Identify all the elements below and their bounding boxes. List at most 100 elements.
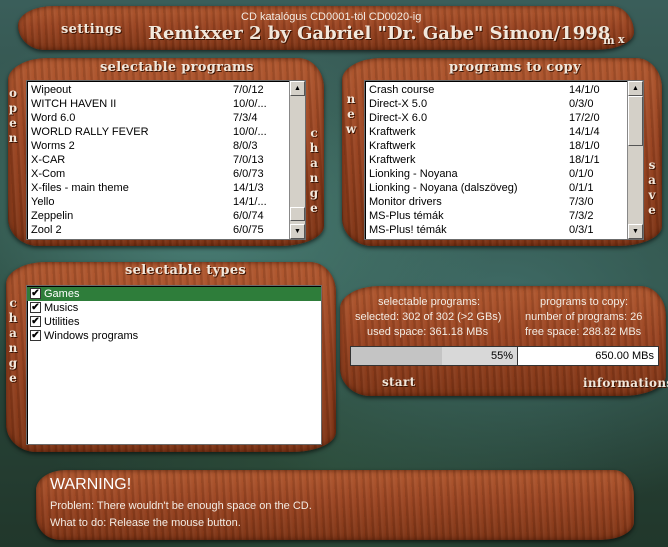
- list-item-value: 7/3/4: [233, 112, 258, 124]
- list-item[interactable]: Crash course 14/1/0: [365, 83, 627, 97]
- list-item[interactable]: Kraftwerk 18/1/1: [365, 153, 627, 167]
- warning-problem: Problem: There wouldn't be enough space …: [50, 500, 312, 512]
- scroll-down-icon[interactable]: ▼: [628, 224, 643, 239]
- list-item[interactable]: Kraftwerk 18/1/0: [365, 139, 627, 153]
- scroll-up-icon[interactable]: ▲: [628, 81, 643, 96]
- list-item-name: Lionking - Noyana: [369, 168, 458, 180]
- list-item[interactable]: MS-Plus! témák 0/3/1: [365, 223, 627, 237]
- list-item[interactable]: WORLD RALLY FEVER 10/0/...: [27, 125, 289, 139]
- list-item[interactable]: Direct-X 5.0 0/3/0: [365, 97, 627, 111]
- scroll-down-icon[interactable]: ▼: [290, 224, 305, 239]
- list-item[interactable]: WITCH HAVEN II 10/0/...: [27, 97, 289, 111]
- list-item-value: 7/0/12: [233, 84, 264, 96]
- scroll-thumb[interactable]: [290, 207, 305, 221]
- selectable-programs-scrollbar[interactable]: ▲ ▼: [289, 81, 305, 239]
- list-item-value: 14/1/...: [233, 196, 267, 208]
- change-programs-button[interactable]: change: [308, 126, 320, 216]
- informations-button[interactable]: informations: [583, 376, 668, 390]
- type-item[interactable]: ✔ Musics: [27, 301, 321, 315]
- type-item[interactable]: ✔ Utilities: [27, 315, 321, 329]
- list-item-value: 14/1/0: [569, 84, 600, 96]
- list-item[interactable]: X-CAR 7/0/13: [27, 153, 289, 167]
- list-item-value: 14/1/3: [233, 182, 264, 194]
- title-subtitle: CD katalógus CD0001-töl CD0020-ig: [241, 11, 422, 23]
- right-stats-count: number of programs: 26: [525, 311, 643, 323]
- type-item[interactable]: ✔ Windows programs: [27, 329, 321, 343]
- list-item-name: WITCH HAVEN II: [31, 98, 117, 110]
- list-item-name: X-Com: [31, 168, 66, 180]
- list-item-value: 7/0/13: [233, 154, 264, 166]
- list-item-value: 6/0/73: [233, 168, 264, 180]
- list-item-value: 10/0/...: [233, 126, 267, 138]
- list-item[interactable]: Yello 14/1/...: [27, 195, 289, 209]
- list-item[interactable]: Monitor drivers 7/3/0: [365, 195, 627, 209]
- list-item-name: Kraftwerk: [369, 126, 416, 138]
- list-item-value: 18/1/0: [569, 140, 600, 152]
- list-item-value: 8/0/3: [233, 140, 258, 152]
- selectable-programs-heading: selectable programs: [100, 60, 254, 75]
- programs-to-copy-heading: programs to copy: [449, 60, 581, 75]
- warning-title: WARNING!: [50, 476, 132, 493]
- list-item[interactable]: Lionking - Noyana 0/1/0: [365, 167, 627, 181]
- scroll-up-icon[interactable]: ▲: [290, 81, 305, 96]
- list-item-value: 0/1/0: [569, 168, 594, 180]
- list-item[interactable]: Word 6.0 7/3/4: [27, 111, 289, 125]
- list-item[interactable]: Wipeout 7/0/12: [27, 83, 289, 97]
- list-item-name: Word 6.0: [31, 112, 76, 124]
- left-stats-title: selectable programs:: [378, 296, 481, 308]
- settings-button[interactable]: settings: [61, 22, 122, 37]
- list-item-value: 0/3/0: [569, 98, 594, 110]
- progress-text: 55%: [490, 350, 513, 362]
- checkbox[interactable]: ✔: [30, 288, 41, 299]
- checkbox[interactable]: ✔: [30, 302, 41, 313]
- progress-fill: [351, 347, 443, 365]
- minimize-button[interactable]: m: [603, 34, 615, 47]
- selectable-types-heading: selectable types: [125, 263, 247, 278]
- right-stats-free: free space: 288.82 MBs: [525, 326, 642, 338]
- list-item[interactable]: Zeppelin 6/0/74: [27, 209, 289, 223]
- left-stats-selected: selected: 302 of 302 (>2 GBs): [355, 311, 502, 323]
- close-button[interactable]: x: [618, 33, 625, 46]
- change-types-button[interactable]: change: [7, 296, 19, 386]
- list-item-value: 7/3/2: [569, 210, 594, 222]
- programs-to-copy-scrollbar[interactable]: ▲ ▼: [627, 81, 643, 239]
- list-item-name: Kraftwerk: [369, 154, 416, 166]
- programs-to-copy-list[interactable]: Crash course 14/1/0 Direct-X 5.0 0/3/0 Direc…: [364, 80, 644, 240]
- list-item-value: 14/1/4: [569, 126, 600, 138]
- save-button[interactable]: save: [646, 158, 658, 218]
- type-item-label: Utilities: [44, 316, 80, 328]
- progress-bar: 55%: [350, 346, 518, 366]
- list-item[interactable]: Worms 2 8/0/3: [27, 139, 289, 153]
- new-button[interactable]: new: [345, 92, 357, 137]
- type-item[interactable]: ✔ Games: [27, 287, 321, 301]
- list-item-value: 18/1/1: [569, 154, 600, 166]
- list-item-value: 7/3/0: [569, 196, 594, 208]
- scroll-thumb[interactable]: [628, 96, 643, 146]
- list-item-name: Direct-X 6.0: [369, 112, 428, 124]
- list-item[interactable]: X-files - main theme 14/1/3: [27, 181, 289, 195]
- list-item[interactable]: MS-Plus témák 7/3/2: [365, 209, 627, 223]
- checkbox[interactable]: ✔: [30, 330, 41, 341]
- list-item-value: 10/0/...: [233, 98, 267, 110]
- selectable-types-list[interactable]: ✔ Games ✔ Musics ✔ Utilities ✔ Windows programs: [26, 285, 322, 445]
- list-item[interactable]: Lionking - Noyana (dalszöveg) 0/1/1: [365, 181, 627, 195]
- list-item[interactable]: Kraftwerk 14/1/4: [365, 125, 627, 139]
- right-stats-title: programs to copy:: [540, 296, 629, 308]
- list-item-name: Zeppelin: [31, 210, 74, 222]
- list-item-name: Yello: [31, 196, 55, 208]
- list-item[interactable]: Direct-X 6.0 17/2/0: [365, 111, 627, 125]
- list-item-name: Lionking - Noyana (dalszöveg): [369, 182, 518, 194]
- list-item-name: Direct-X 5.0: [369, 98, 428, 110]
- list-item-value: 0/3/1: [569, 224, 594, 236]
- list-item-value: 17/2/0: [569, 112, 600, 124]
- list-item[interactable]: X-Com 6/0/73: [27, 167, 289, 181]
- start-button[interactable]: start: [382, 375, 415, 389]
- left-stats-used: used space: 361.18 MBs: [367, 326, 489, 338]
- type-item-label: Games: [44, 288, 80, 300]
- checkbox[interactable]: ✔: [30, 316, 41, 327]
- open-button[interactable]: open: [7, 86, 19, 146]
- selectable-programs-list[interactable]: Wipeout 7/0/12 WITCH HAVEN II 10/0/... Word …: [26, 80, 306, 240]
- size-text: 650.00 MBs: [595, 350, 654, 362]
- list-item-name: X-CAR: [31, 154, 66, 166]
- list-item[interactable]: Zool 2 6/0/75: [27, 223, 289, 237]
